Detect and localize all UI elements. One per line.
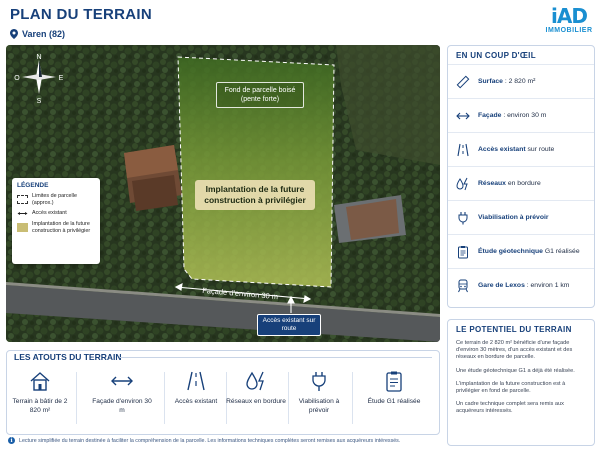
- atout-item: Accès existant: [166, 370, 226, 430]
- dashed-boundary-icon: [17, 195, 28, 204]
- potentiel-paragraph: Un cadre technique complet sera remis au…: [456, 401, 564, 415]
- atout-item: Réseaux en bordure: [226, 370, 286, 430]
- glance-title: EN UN COUP D'ŒIL: [456, 51, 536, 60]
- compass-n: N: [36, 54, 41, 61]
- glance-value: en bordure: [505, 180, 541, 187]
- house-icon: [30, 372, 50, 391]
- utilities-icon: [456, 177, 468, 190]
- atout-separator: [76, 372, 77, 424]
- map-legend: LÉGENDE Limites de parcelle (approx.) Ac…: [12, 178, 100, 264]
- logo-sub: IMMOBILIER: [545, 27, 593, 34]
- info-icon: i: [8, 437, 15, 444]
- double-arrow-icon: [111, 376, 133, 386]
- clipboard-icon: [386, 371, 402, 392]
- atouts-divider: [120, 357, 432, 358]
- location-text: Varen (82): [22, 29, 66, 39]
- atout-label: Façade d'environ 30 m: [92, 398, 152, 414]
- atout-label: Accès existant: [174, 398, 218, 405]
- glance-item-networks: Réseaux en bordure: [448, 166, 594, 200]
- atout-separator: [164, 372, 165, 424]
- potentiel-paragraph: Ce terrain de 2 820 m² bénéficie d'une f…: [456, 340, 573, 361]
- glance-value: sur route: [525, 146, 555, 153]
- legend-item-text: Limites de parcelle (approx.): [32, 193, 77, 206]
- potentiel-text: Ce terrain de 2 820 m² bénéficie d'une f…: [448, 338, 594, 424]
- compass-s: S: [37, 98, 42, 104]
- atout-label: Réseaux en bordure: [226, 398, 286, 405]
- atout-label: Étude G1 réalisée: [367, 398, 421, 405]
- glance-label: Réseaux: [478, 180, 506, 187]
- atout-item: Viabilisation à prévoir: [289, 370, 349, 430]
- atout-item: Étude G1 réalisée: [364, 370, 424, 430]
- compass-w: O: [14, 75, 20, 82]
- legend-item-text: Implantation de la future construction à…: [32, 221, 91, 234]
- glance-label: Viabilisation à prévoir: [478, 214, 549, 221]
- atout-item: Façade d'environ 30 m: [92, 370, 152, 430]
- legend-item: Limites de parcelle (approx.): [17, 193, 95, 206]
- glance-item-surface: Surface : 2 820 m²: [448, 64, 594, 98]
- clipboard-icon: [458, 245, 468, 258]
- page-title: PLAN DU TERRAIN: [10, 6, 152, 23]
- glance-label: Accès existant: [478, 146, 526, 153]
- double-arrow-icon: [17, 212, 28, 215]
- legend-item: Implantation de la future construction à…: [17, 221, 95, 234]
- build-zone-label: Implantation de la future construction à…: [195, 180, 315, 210]
- legend-title: LÉGENDE: [17, 182, 49, 189]
- logo-mark: iAD: [551, 4, 588, 28]
- glance-item-viabilisation: Viabilisation à prévoir: [448, 200, 594, 234]
- glance-value: : environ 1 km: [524, 282, 570, 289]
- train-icon: [458, 279, 468, 292]
- build-zone-swatch-icon: [17, 223, 28, 232]
- double-arrow-icon: [456, 112, 470, 119]
- map-pin-icon: [10, 29, 18, 39]
- road-icon: [187, 371, 205, 391]
- glance-panel: EN UN COUP D'ŒIL Surface : 2 820 m² Faça…: [447, 45, 595, 308]
- footnote: i Lecture simplifiée du terrain destinée…: [8, 437, 400, 444]
- location: Varen (82): [10, 29, 65, 39]
- compass-icon: N S E O: [14, 52, 64, 105]
- utilities-icon: [246, 371, 264, 391]
- legend-item-text: Accès existant: [32, 210, 67, 217]
- atouts-title: LES ATOUTS DU TERRAIN: [14, 352, 122, 362]
- glance-label: Surface: [478, 78, 503, 85]
- atout-separator: [352, 372, 353, 424]
- potentiel-paragraph: L'implantation de la future construction…: [456, 380, 566, 395]
- glance-value: : 2 820 m²: [502, 78, 536, 85]
- potentiel-paragraph: Une étude géotechnique G1 a déjà été réa…: [456, 367, 575, 374]
- glance-item-access: Accès existant sur route: [448, 132, 594, 166]
- atout-label: Viabilisation à prévoir: [298, 398, 340, 414]
- glance-label: Étude géotechnique: [478, 248, 543, 255]
- potentiel-title: LE POTENTIEL DU TERRAIN: [456, 325, 572, 334]
- glance-value: G1 réalisée: [542, 248, 580, 255]
- access-label: Accès existant sur route: [257, 314, 321, 336]
- ruler-icon: [456, 75, 470, 88]
- glance-label: Façade: [478, 112, 502, 119]
- plug-icon: [312, 372, 326, 391]
- compass-e: E: [59, 75, 64, 82]
- glance-value: : environ 30 m: [501, 112, 547, 119]
- glance-label: Gare de Lexos: [478, 282, 525, 289]
- glance-item-facade: Façade : environ 30 m: [448, 98, 594, 132]
- atout-item: Terrain à bâtir de 2 820 m²: [10, 370, 70, 430]
- glance-item-geotech: Étude géotechnique G1 réalisée: [448, 234, 594, 268]
- glance-item-station: Gare de Lexos : environ 1 km: [448, 268, 594, 302]
- legend-item: Accès existant: [17, 209, 95, 218]
- zone-label: Fond de parcelle boisé (pente forte): [216, 82, 304, 108]
- plug-icon: [458, 211, 468, 224]
- footnote-text: Lecture simplifiée du terrain destinée à…: [19, 437, 401, 444]
- potentiel-panel: LE POTENTIEL DU TERRAIN Ce terrain de 2 …: [447, 319, 595, 446]
- atout-label: Terrain à bâtir de 2 820 m²: [12, 398, 68, 414]
- road-icon: [457, 143, 469, 156]
- brand-logo: iAD IMMOBILIER: [544, 5, 594, 34]
